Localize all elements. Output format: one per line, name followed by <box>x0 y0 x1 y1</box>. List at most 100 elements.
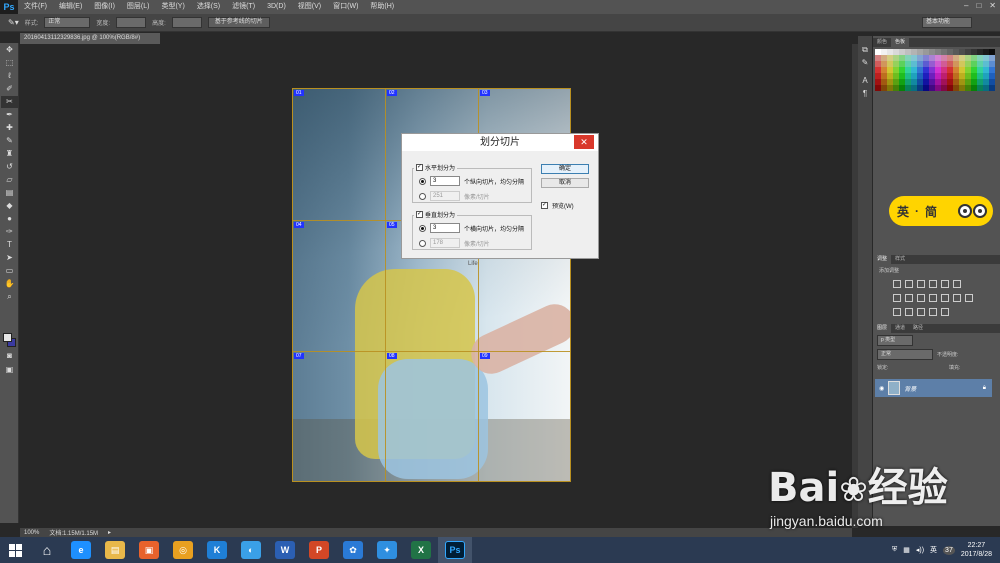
foreground-color-swatch[interactable] <box>3 333 12 342</box>
character-panel-icon[interactable]: A <box>859 75 871 87</box>
menu-layer[interactable]: 图层(L) <box>121 0 156 14</box>
taskbar-app[interactable]: W <box>268 537 302 563</box>
zoom-tool-icon[interactable]: ⌕ <box>1 291 18 303</box>
brush-tool-icon[interactable]: ✎ <box>1 135 18 147</box>
tab-layers[interactable]: 图层 <box>873 324 892 333</box>
brush-panel-icon[interactable]: ✎ <box>859 57 871 69</box>
taskbar-app[interactable]: ▤ <box>98 537 132 563</box>
menu-help[interactable]: 帮助(H) <box>364 0 400 14</box>
slice-tag[interactable]: 08 <box>387 353 397 359</box>
menu-edit[interactable]: 编辑(E) <box>53 0 88 14</box>
layer-row[interactable]: ◉ 背景 🔒︎ <box>875 379 992 397</box>
menu-view[interactable]: 视图(V) <box>292 0 327 14</box>
maximize-icon[interactable]: □ <box>976 1 981 10</box>
tab-swatches[interactable]: 色板 <box>891 38 910 47</box>
menu-file[interactable]: 文件(F) <box>18 0 53 14</box>
ime-tray-indicator[interactable]: 英 <box>930 545 937 555</box>
vertical-divide-checkbox[interactable]: ✓ <box>416 211 423 218</box>
close-icon[interactable]: ✕ <box>989 1 996 10</box>
gradient-map-icon[interactable] <box>929 308 937 316</box>
taskbar-app[interactable]: ✦ <box>370 537 404 563</box>
taskbar-app[interactable]: X <box>404 537 438 563</box>
hand-tool-icon[interactable]: ✋ <box>1 278 18 290</box>
slice-tag[interactable]: 07 <box>294 353 304 359</box>
vertical-count-radio[interactable] <box>419 224 426 232</box>
tab-color[interactable]: 颜色 <box>873 38 891 47</box>
stamp-tool-icon[interactable]: ♜ <box>1 148 18 160</box>
eyedropper-tool-icon[interactable]: ✒ <box>1 109 18 121</box>
tab-channels[interactable]: 通道 <box>891 324 909 333</box>
triangle-icon[interactable] <box>953 280 961 288</box>
bw-icon[interactable] <box>917 294 925 302</box>
dialog-title-bar[interactable]: 划分切片 ✕ <box>402 134 598 151</box>
notification-badge[interactable]: 37 <box>943 545 955 555</box>
taskbar-app[interactable]: ▣ <box>132 537 166 563</box>
screen-mode-icon[interactable]: ▣ <box>1 364 18 376</box>
selective-color-icon[interactable] <box>941 308 949 316</box>
slice-tool-icon[interactable]: ✂ <box>1 96 18 108</box>
taskbar-app[interactable]: Ps <box>438 537 472 563</box>
ime-language[interactable]: 英 <box>897 203 909 220</box>
width-field[interactable] <box>116 17 147 28</box>
clock[interactable]: 22:27 2017/8/28 <box>961 541 992 559</box>
vertical-pixels-radio[interactable] <box>419 239 426 247</box>
menu-window[interactable]: 窗口(W) <box>327 0 364 14</box>
menu-image[interactable]: 图像(I) <box>88 0 121 14</box>
slice-tag[interactable]: 09 <box>480 353 490 359</box>
brightness-icon[interactable] <box>893 280 901 288</box>
network-icon[interactable]: ▦ <box>903 546 910 554</box>
exposure-icon[interactable] <box>929 280 937 288</box>
visibility-eye-icon[interactable]: ◉ <box>879 385 884 392</box>
swatch-cell[interactable] <box>989 85 995 91</box>
ime-status-bar[interactable]: 英 · 简 <box>889 196 993 226</box>
lookup-icon[interactable] <box>953 294 961 302</box>
vibrance-icon[interactable] <box>941 280 949 288</box>
gradient-tool-icon[interactable]: ▤ <box>1 187 18 199</box>
tab-adjustments[interactable]: 调整 <box>873 255 892 264</box>
horizontal-pixels-radio[interactable] <box>419 192 426 200</box>
cancel-button[interactable]: 取消 <box>541 178 589 188</box>
dialog-close-button[interactable]: ✕ <box>574 135 594 149</box>
ime-mode[interactable]: 简 <box>925 203 937 220</box>
tab-styles[interactable]: 样式 <box>891 255 909 264</box>
history-brush-icon[interactable]: ↺ <box>1 161 18 173</box>
path-select-tool-icon[interactable]: ➤ <box>1 252 18 264</box>
horizontal-divide-checkbox[interactable]: ✓ <box>416 164 423 171</box>
curves-icon[interactable] <box>917 280 925 288</box>
vertical-count-input[interactable]: 3 <box>430 223 460 233</box>
quick-mask-icon[interactable]: ◙ <box>1 350 18 362</box>
document-info[interactable]: 文档:1.15M/1.15M <box>49 528 98 537</box>
eraser-tool-icon[interactable]: ▱ <box>1 174 18 186</box>
style-select[interactable]: 正常 <box>44 17 91 28</box>
menu-filter[interactable]: 滤镜(T) <box>226 0 261 14</box>
zoom-level[interactable]: 100% <box>24 530 39 536</box>
minimize-icon[interactable]: – <box>964 1 968 10</box>
swatch-grid[interactable] <box>875 49 997 93</box>
workspace-select[interactable]: 基本功能 <box>922 17 972 28</box>
menu-3d[interactable]: 3D(D) <box>261 0 292 14</box>
tab-paths[interactable]: 路径 <box>909 324 927 333</box>
status-arrow-icon[interactable]: ▸ <box>108 529 111 536</box>
taskbar-app[interactable]: P <box>302 537 336 563</box>
healing-tool-icon[interactable]: ✚ <box>1 122 18 134</box>
slice-tag[interactable]: 03 <box>480 90 490 96</box>
menu-select[interactable]: 选择(S) <box>191 0 226 14</box>
taskbar-app[interactable]: ◎ <box>166 537 200 563</box>
invert-icon[interactable] <box>893 308 901 316</box>
horizontal-pixels-input[interactable]: 251 <box>430 191 460 201</box>
slice-tag[interactable]: 01 <box>294 90 304 96</box>
photo-filter-icon[interactable] <box>929 294 937 302</box>
height-field[interactable] <box>171 17 202 28</box>
document-tab[interactable]: 20160413112329836.jpg @ 100%(RGB/8#) <box>20 33 160 44</box>
shape-tool-icon[interactable]: ▭ <box>1 265 18 277</box>
taskbar-app[interactable]: ✿ <box>336 537 370 563</box>
vertical-pixels-input[interactable]: 178 <box>430 238 460 248</box>
taskbar-app[interactable]: ◐ <box>234 537 268 563</box>
slices-from-guides-button[interactable]: 基于参考线的切片 <box>207 17 270 28</box>
paragraph-panel-icon[interactable]: ¶ <box>859 88 871 100</box>
layer-kind-select[interactable]: p 类型 <box>877 335 913 346</box>
horizontal-count-radio[interactable] <box>419 177 426 185</box>
blend-mode-select[interactable]: 正常 <box>877 349 933 360</box>
type-tool-icon[interactable]: T <box>1 239 18 251</box>
blur-tool-icon[interactable]: ◆ <box>1 200 18 212</box>
